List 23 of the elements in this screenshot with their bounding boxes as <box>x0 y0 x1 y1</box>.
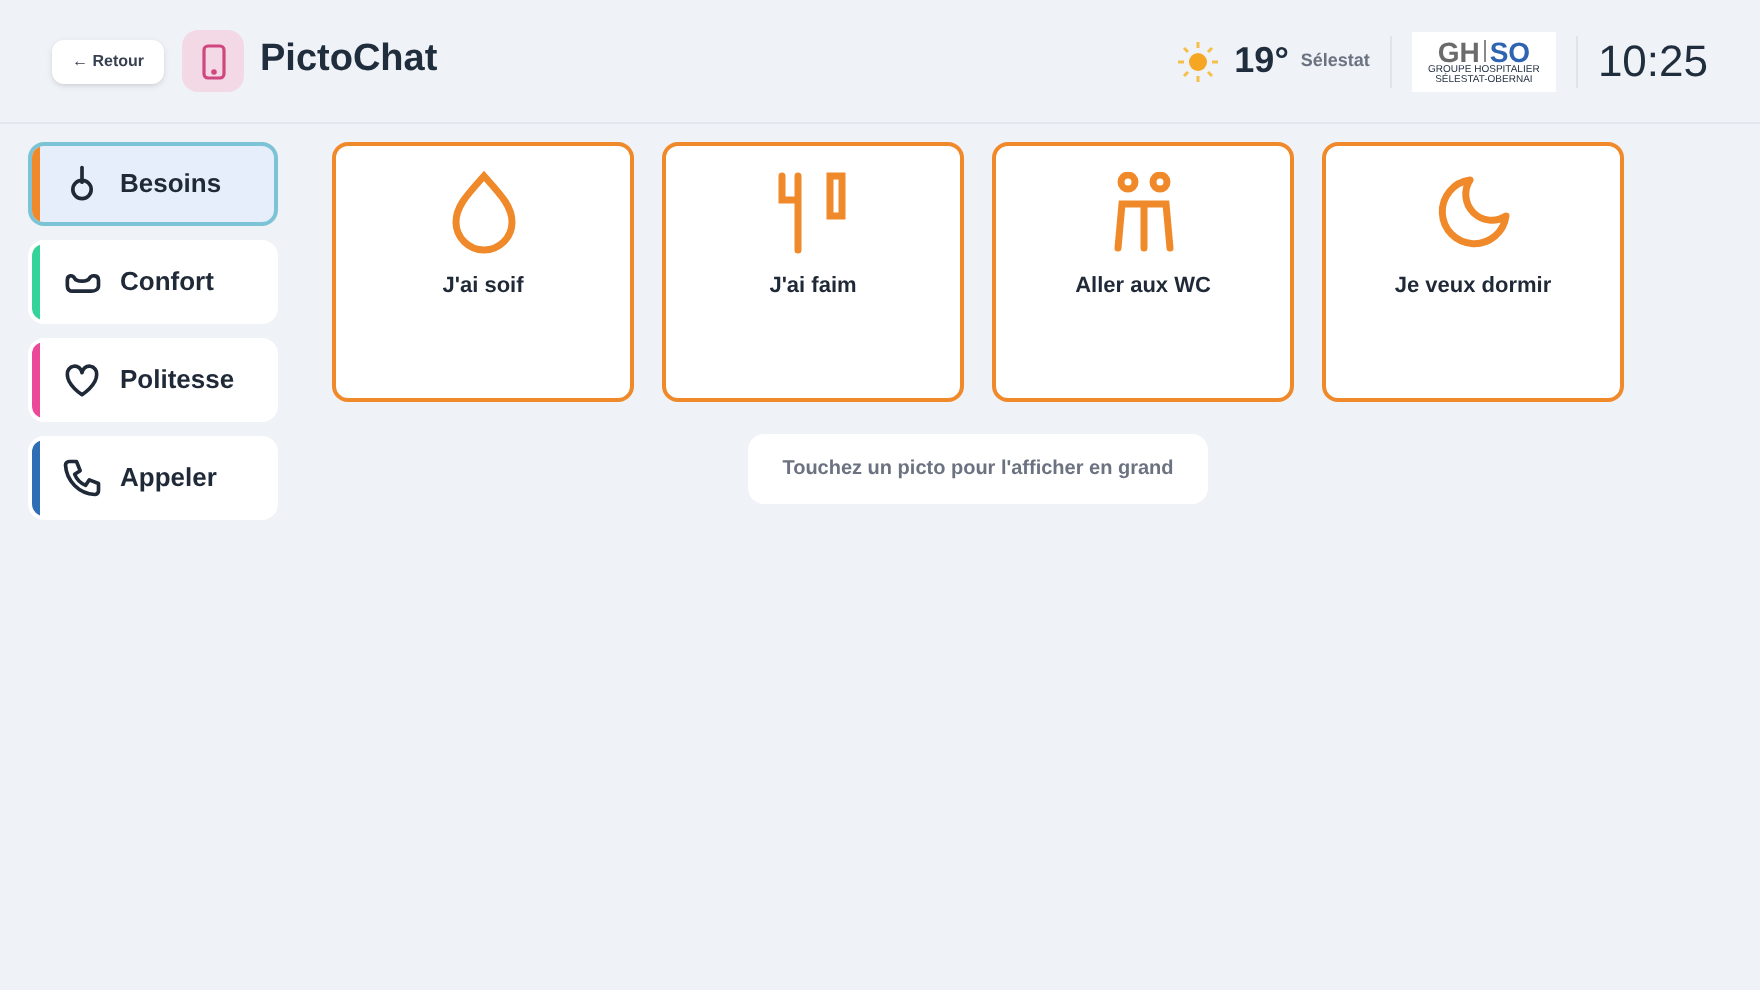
phone-icon <box>60 456 104 500</box>
drop-icon <box>447 170 519 254</box>
picto-card[interactable]: Je veux dormir <box>1322 142 1624 402</box>
heart-icon <box>60 358 104 402</box>
category-tab[interactable]: Besoins <box>28 142 278 226</box>
sun-icon <box>1178 41 1219 81</box>
app-title: PictoChat <box>260 36 438 85</box>
city-name: Sélestat <box>1300 47 1370 74</box>
logo-letters: SO <box>1489 37 1531 65</box>
category-tab[interactable]: Appeler <box>28 436 278 520</box>
clock: 10:25 <box>1597 34 1708 90</box>
logo-letters: GH <box>1437 37 1480 65</box>
picto-card[interactable]: J'ai soif <box>332 142 634 402</box>
temperature: 19° <box>1234 38 1289 84</box>
picto-card[interactable]: J'ai faim <box>662 142 964 402</box>
hint-text: Touchez un picto pour l'afficher en grand <box>748 434 1208 504</box>
back-button[interactable]: ← Retour <box>52 39 164 83</box>
picto-card[interactable]: Aller aux WC <box>992 142 1294 402</box>
category-tab[interactable]: Confort <box>28 240 278 324</box>
category-tab[interactable]: Politesse <box>28 338 278 422</box>
people-icon <box>1111 172 1175 252</box>
moon-icon <box>1433 172 1513 252</box>
tablet-icon <box>182 30 244 92</box>
